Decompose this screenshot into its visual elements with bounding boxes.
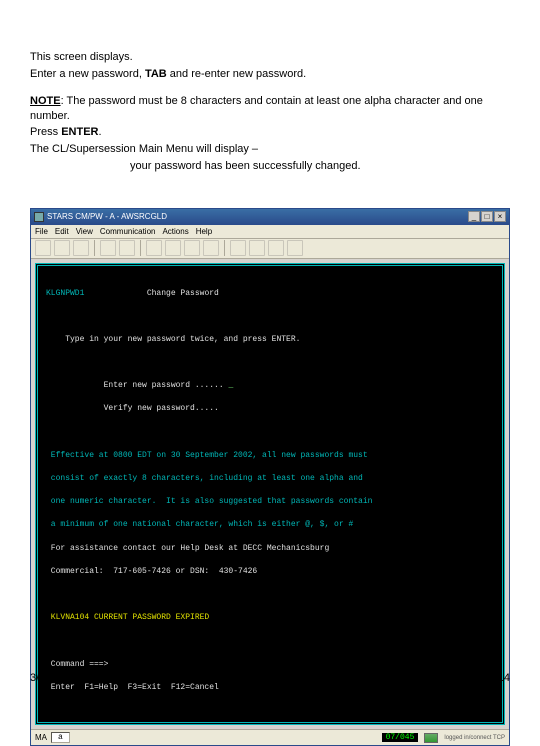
toolbar-button[interactable] (73, 240, 89, 256)
term-notice: consist of exactly 8 characters, includi… (46, 473, 494, 485)
toolbar-button[interactable] (119, 240, 135, 256)
enter-text: ENTER (61, 126, 98, 138)
cursor: _ (228, 381, 233, 390)
term-title: Change Password (147, 289, 219, 298)
toolbar-button[interactable] (249, 240, 265, 256)
term-command: Command ===> (46, 660, 108, 669)
toolbar-button[interactable] (35, 240, 51, 256)
toolbar-button[interactable] (230, 240, 246, 256)
toolbar-button[interactable] (268, 240, 284, 256)
menu-view[interactable]: View (76, 227, 93, 236)
maximize-button[interactable]: □ (481, 211, 493, 222)
term-help: For assistance contact our Help Desk at … (46, 543, 494, 555)
menubar: File Edit View Communication Actions Hel… (31, 225, 509, 239)
menu-edit[interactable]: Edit (55, 227, 69, 236)
statusbar: MA a 07/045 logged in/connect TCP (31, 729, 509, 745)
window-title: STARS CM/PW - A - AWSRCGLD (47, 212, 167, 221)
menu-file[interactable]: File (35, 227, 48, 236)
term-notice: Effective at 0800 EDT on 30 September 20… (46, 450, 494, 462)
status-net: logged in/connect TCP (444, 735, 505, 741)
network-icon (424, 733, 438, 743)
term-enter-pw: Enter new password ...... (46, 381, 228, 390)
toolbar-button[interactable] (54, 240, 70, 256)
doc-line2c: and re-enter new password. (167, 68, 306, 80)
doc-line1: This screen displays. (30, 51, 133, 63)
terminal-screen[interactable]: KLGNPWD1 Change Password Type in your ne… (35, 263, 505, 726)
footer-date: 3/16/2018 (30, 672, 79, 684)
app-icon (34, 212, 44, 222)
period: . (98, 126, 101, 138)
footer-page: 14 (498, 672, 510, 684)
menu-communication[interactable]: Communication (100, 227, 156, 236)
close-button[interactable]: × (494, 211, 506, 222)
minimize-button[interactable]: _ (468, 211, 480, 222)
status-counter: 07/045 (382, 733, 419, 742)
toolbar-button[interactable] (184, 240, 200, 256)
toolbar-button[interactable] (165, 240, 181, 256)
note-text: : The password must be 8 characters and … (30, 95, 483, 122)
page-footer: 3/16/2018 14 (30, 672, 510, 684)
menu-help[interactable]: Help (196, 227, 212, 236)
doc-tab: TAB (145, 68, 167, 80)
toolbar-button[interactable] (287, 240, 303, 256)
doc-line5: The CL/Supersession Main Menu will displ… (30, 143, 258, 155)
term-notice: a minimum of one national character, whi… (46, 519, 494, 531)
toolbar-button[interactable] (100, 240, 116, 256)
toolbar (31, 239, 509, 259)
toolbar-button[interactable] (146, 240, 162, 256)
term-notice: one numeric character. It is also sugges… (46, 496, 494, 508)
term-help: Commercial: 717-605-7426 or DSN: 430-742… (46, 566, 494, 578)
term-warning: KLVNA104 CURRENT PASSWORD EXPIRED (46, 612, 494, 624)
term-verify-pw: Verify new password..... (46, 403, 494, 415)
terminal-window: STARS CM/PW - A - AWSRCGLD _ □ × File Ed… (30, 208, 510, 746)
status-val: a (51, 732, 70, 743)
window-titlebar: STARS CM/PW - A - AWSRCGLD _ □ × (31, 209, 509, 225)
toolbar-button[interactable] (203, 240, 219, 256)
instruction-text: This screen displays. Enter a new passwo… (30, 50, 510, 174)
term-id: KLGNPWD1 (46, 289, 147, 298)
menu-actions[interactable]: Actions (162, 227, 188, 236)
term-instr: Type in your new password twice, and pre… (46, 334, 494, 346)
note-label: NOTE (30, 95, 61, 107)
doc-line6: your password has been successfully chan… (130, 160, 361, 172)
status-mode: MA (35, 733, 47, 742)
doc-line2a: Enter a new password, (30, 68, 145, 80)
press-text: Press (30, 126, 61, 138)
